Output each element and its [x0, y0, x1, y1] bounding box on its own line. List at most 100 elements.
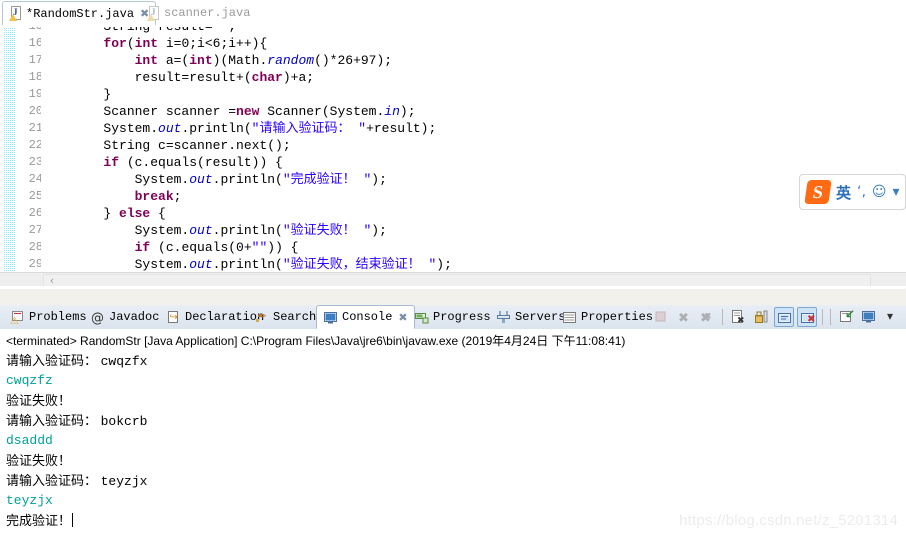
- toolbar-separator: [722, 309, 723, 325]
- console-output-text[interactable]: <terminated> RandomStr [Java Application…: [6, 331, 896, 531]
- code-token: in: [384, 104, 400, 119]
- console-tab-label: Console: [342, 310, 393, 324]
- code-line[interactable]: if (c.equals(0+"")) {: [41, 239, 299, 256]
- toolbar-separator: [830, 309, 831, 325]
- view-menu-button[interactable]: ▾: [882, 307, 902, 327]
- panel-gap: [0, 289, 906, 300]
- java-editor-area: J*RandomStr.java✖Jscanner.java 151617181…: [0, 0, 906, 296]
- ime-punctuation-icon[interactable]: ‘‚: [857, 184, 866, 200]
- scroll-lock-button[interactable]: [751, 307, 771, 327]
- code-line[interactable]: int a=(int)(Math.random()*26+97);: [41, 52, 392, 69]
- console-tab-properties[interactable]: Properties: [556, 305, 659, 329]
- csdn-blog-watermark: https://blog.csdn.net/z_5201314: [679, 512, 898, 529]
- warning-triangle-icon: [147, 13, 155, 21]
- console-generated-code: cwqzfx: [100, 354, 148, 369]
- terminate-button[interactable]: [651, 307, 671, 327]
- code-token: )(Math.: [212, 53, 268, 68]
- declaration-icon: ↪: [166, 310, 181, 325]
- remove-all-terminated-button[interactable]: ✖ ✖: [697, 307, 717, 327]
- show-console-on-error-button[interactable]: ✖: [797, 307, 817, 327]
- code-token: .println(: [212, 172, 283, 187]
- java-file-warning-icon: J: [9, 6, 22, 21]
- code-token: "验证失败！ ": [282, 223, 372, 238]
- code-token: Scanner scanner =: [41, 104, 237, 119]
- console-tab-label: Properties: [581, 310, 654, 324]
- console-tab-label: Progress: [433, 310, 491, 324]
- sogou-logo-icon[interactable]: S: [804, 180, 832, 204]
- code-token: .println(: [181, 121, 252, 136]
- ime-language-toggle[interactable]: 英: [836, 182, 851, 203]
- code-line[interactable]: System.out.println("请输入验证码： "+result);: [41, 120, 436, 137]
- code-token: System.: [41, 121, 159, 136]
- console-tab-javadoc[interactable]: @ Javadoc: [84, 305, 165, 329]
- code-token: {: [150, 206, 166, 221]
- source-code-text[interactable]: String result=""; for(int i=0;i<6;i++){ …: [41, 27, 901, 275]
- servers-icon: [496, 310, 511, 325]
- code-token: a=(: [158, 53, 190, 68]
- code-token: ;: [173, 189, 182, 204]
- code-line[interactable]: String c=scanner.next();: [41, 137, 290, 154]
- code-line[interactable]: break;: [41, 188, 182, 205]
- display-selected-console-button[interactable]: [859, 307, 879, 327]
- editor-tab-label: *RandomStr.java: [26, 6, 135, 21]
- console-view: ⚠ Problems @ Javadoc ↪ Declaration ✒ Search Cons…: [0, 300, 906, 537]
- code-line[interactable]: System.out.println("验证失败！ ");: [41, 222, 387, 239]
- show-console-on-output-button[interactable]: [774, 307, 794, 327]
- console-header-line: <terminated> RandomStr [Java Application…: [6, 334, 626, 348]
- console-tab-label: Javadoc: [109, 310, 160, 324]
- code-token: (c.equals(result)) {: [119, 155, 283, 170]
- ime-more-icon[interactable]: ▾: [893, 184, 900, 200]
- console-message-text: 验证失败！: [6, 393, 72, 408]
- svg-text:✖: ✖: [737, 316, 745, 325]
- console-message-text: 完成验证！: [6, 513, 72, 528]
- svg-text:✒: ✒: [257, 310, 267, 323]
- code-token: random: [267, 53, 315, 68]
- console-prompt-line: 请输入验证码： bokcrb: [6, 411, 896, 431]
- code-token: out: [189, 223, 213, 238]
- console-tab-console[interactable]: Console ✖: [316, 305, 415, 329]
- pin-console-button[interactable]: ↙: [836, 307, 856, 327]
- code-token: break: [134, 189, 174, 204]
- clear-console-button[interactable]: ✖: [728, 307, 748, 327]
- console-tab-search[interactable]: ✒ Search: [248, 305, 322, 329]
- code-line[interactable]: }: [41, 86, 111, 103]
- code-token: if: [103, 155, 120, 170]
- code-line[interactable]: for(int i=0;i<6;i++){: [41, 35, 267, 52]
- code-token: .println(: [212, 257, 283, 272]
- ime-emoji-icon[interactable]: ☺: [872, 184, 887, 200]
- code-token: +result);: [366, 121, 437, 136]
- code-line[interactable]: result=result+(char)+a;: [41, 69, 314, 86]
- editor-tab-scannerjava[interactable]: Jscanner.java: [141, 1, 256, 25]
- code-line[interactable]: System.out.println("完成验证！ ");: [41, 171, 387, 188]
- code-token: );: [371, 223, 387, 238]
- console-tab-problems[interactable]: ⚠ Problems: [4, 305, 93, 329]
- search-icon: ✒: [254, 309, 269, 325]
- code-token: }: [41, 206, 120, 221]
- code-token: String result="";: [41, 27, 236, 34]
- console-output-panel[interactable]: <terminated> RandomStr [Java Application…: [0, 329, 906, 537]
- code-line[interactable]: String result="";: [41, 27, 236, 35]
- code-line[interactable]: Scanner scanner =new Scanner(System.in);: [41, 103, 415, 120]
- console-tab-close-icon[interactable]: ✖: [398, 311, 407, 324]
- javadoc-at-icon: @: [90, 310, 105, 326]
- code-token: else: [119, 206, 151, 221]
- sogou-input-method-toolbar[interactable]: S 英 ‘‚ ☺ ▾: [799, 174, 906, 210]
- code-token: .println(: [212, 223, 283, 238]
- code-token: "验证失败，结束验证！ ": [282, 257, 437, 272]
- code-token: );: [436, 257, 452, 272]
- code-token: out: [189, 172, 213, 187]
- code-token: i=0;i<6;i++){: [158, 36, 268, 51]
- console-tab-progress[interactable]: Progress: [408, 305, 497, 329]
- code-token: if: [134, 240, 151, 255]
- remove-launch-button[interactable]: ✖: [674, 307, 694, 327]
- code-line[interactable]: } else {: [41, 205, 166, 222]
- svg-text:@: @: [91, 311, 104, 325]
- code-viewport[interactable]: 151617181920212223242526272829 String re…: [0, 27, 906, 275]
- console-message-line: 验证失败！: [6, 391, 896, 411]
- code-line[interactable]: System.out.println("验证失败，结束验证！ ");: [41, 256, 452, 273]
- code-token: out: [189, 257, 213, 272]
- editor-tab-randomstrjava[interactable]: J *RandomStr.java ✖: [2, 1, 157, 25]
- code-line[interactable]: if (c.equals(result)) {: [41, 154, 283, 171]
